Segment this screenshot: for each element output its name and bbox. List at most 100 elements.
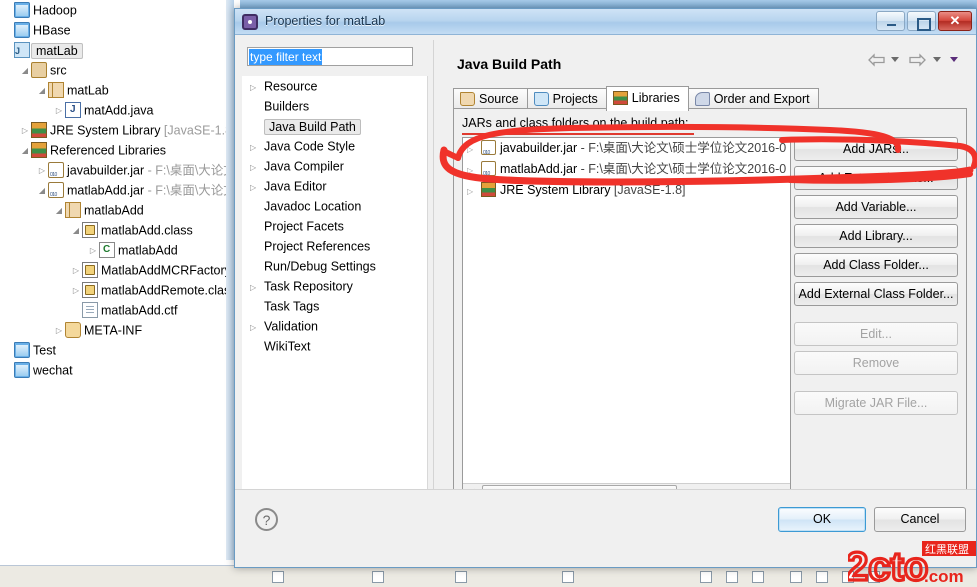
add-variable-button[interactable]: Add Variable...	[794, 195, 958, 219]
settings-nav-item[interactable]: Project Facets	[242, 216, 427, 236]
toolbar-icon-7[interactable]	[868, 571, 880, 583]
expanded-arrow-icon[interactable]: ◢	[36, 181, 48, 201]
javadoc-view-icon	[372, 571, 384, 583]
collapsed-arrow-icon[interactable]: ▷	[36, 161, 48, 181]
page-nav[interactable]	[866, 52, 963, 67]
settings-nav-item[interactable]: Builders	[242, 96, 427, 116]
collapsed-arrow-icon[interactable]: ▷	[250, 158, 264, 178]
tree-item[interactable]: ◢ matlabAdd	[0, 200, 240, 220]
edit-button: Edit...	[794, 322, 958, 346]
settings-nav-item[interactable]: Task Tags	[242, 296, 427, 316]
settings-nav-item[interactable]: Java Build Path	[242, 116, 427, 136]
bottom-view-tabs[interactable]	[0, 565, 977, 587]
add-jars-button[interactable]: Add JARs...	[794, 137, 958, 161]
collapsed-arrow-icon[interactable]: ▷	[19, 121, 31, 141]
jar-list-item[interactable]: ▷ javabuilder.jar - F:\桌面\大论文\硕士学位论文2016-…	[463, 138, 790, 164]
collapsed-arrow-icon[interactable]: ▷	[53, 321, 65, 341]
tree-item[interactable]: ▷ MatlabAddMCRFactory.c	[0, 260, 240, 280]
tree-item[interactable]: ◢ matLab	[0, 80, 240, 100]
dialog-titlebar[interactable]: Properties for matLab ✕	[235, 9, 976, 35]
tree-item[interactable]: HBase	[0, 20, 240, 40]
collapsed-arrow-icon[interactable]: ▷	[250, 178, 264, 198]
add-external-jars-button[interactable]: Add External JARs...	[794, 166, 958, 190]
collapsed-arrow-icon[interactable]: ▷	[70, 281, 82, 301]
explorer-scrollbar[interactable]	[226, 0, 234, 560]
filter-input[interactable]: type filter text	[247, 47, 413, 66]
cancel-button[interactable]: Cancel	[874, 507, 966, 532]
jar-list-item[interactable]: ▷ JRE System Library [JavaSE-1.8]	[463, 180, 790, 201]
settings-nav-tree[interactable]: ▷ Resource Builders Java Build Path ▷ Java Co…	[242, 76, 428, 510]
back-arrow-icon[interactable]	[867, 53, 885, 67]
tree-item[interactable]: ▷ javabuilder.jar - F:\桌面\大论文\	[0, 160, 240, 185]
settings-nav-item[interactable]: Javadoc Location	[242, 196, 427, 216]
view-menu-icon[interactable]	[950, 57, 958, 63]
jar-icon	[481, 161, 496, 185]
tree-item[interactable]: ▷ matlabAdd	[0, 240, 240, 260]
forward-arrow-icon[interactable]	[909, 53, 927, 67]
toolbar-icon-5[interactable]	[816, 571, 828, 583]
settings-nav-item-label: Project Facets	[264, 219, 344, 234]
back-dropdown-icon[interactable]	[890, 57, 899, 63]
settings-nav-item[interactable]: ▷ Java Compiler	[242, 156, 427, 176]
tree-item-label: META-INF	[84, 323, 143, 338]
add-library-button[interactable]: Add Library...	[794, 224, 958, 248]
collapsed-arrow-icon[interactable]: ▷	[250, 138, 264, 158]
toolbar-icon-4[interactable]	[790, 571, 802, 583]
settings-nav-item[interactable]: ▷ Resource	[242, 76, 427, 96]
tree-item[interactable]: ▷ META-INF	[0, 320, 240, 340]
settings-nav-item[interactable]: Run/Debug Settings	[242, 256, 427, 276]
collapsed-arrow-icon[interactable]: ▷	[467, 160, 481, 181]
toolbar-icon-1[interactable]	[700, 571, 712, 583]
tree-item[interactable]: ◢ Referenced Libraries	[0, 140, 240, 160]
collapsed-arrow-icon[interactable]: ▷	[250, 318, 264, 338]
collapsed-arrow-icon[interactable]: ▷	[70, 261, 82, 281]
expanded-arrow-icon[interactable]: ◢	[19, 61, 31, 81]
collapsed-arrow-icon[interactable]: ▷	[467, 139, 481, 160]
expanded-arrow-icon[interactable]: ◢	[53, 201, 65, 221]
tree-item[interactable]: ◢ matlabAdd.class	[0, 220, 240, 240]
settings-nav-item[interactable]: ▷ Java Editor	[242, 176, 427, 196]
tab-label: Order and Export	[713, 92, 810, 106]
restore-button[interactable]	[907, 11, 936, 31]
settings-nav-item[interactable]: WikiText	[242, 336, 427, 356]
collapsed-arrow-icon[interactable]: ▷	[250, 278, 264, 298]
tree-item[interactable]: matLab	[0, 40, 240, 61]
toolbar-icon-3[interactable]	[752, 571, 764, 583]
toolbar-icon-2[interactable]	[726, 571, 738, 583]
settings-nav-item[interactable]: ▷ Validation	[242, 316, 427, 336]
expanded-arrow-icon[interactable]: ◢	[36, 81, 48, 101]
pkg-icon	[48, 81, 64, 98]
expanded-arrow-icon[interactable]: ◢	[70, 221, 82, 241]
tab-libraries[interactable]: Libraries	[605, 86, 689, 111]
tree-item[interactable]: ▷ matAdd.java	[0, 100, 240, 120]
settings-nav-item[interactable]: ▷ Java Code Style	[242, 136, 427, 156]
minimize-button[interactable]	[876, 11, 905, 31]
forward-dropdown-icon[interactable]	[932, 57, 941, 63]
remove-button: Remove	[794, 351, 958, 375]
tree-item[interactable]: ▷ matlabAddRemote.class	[0, 280, 240, 300]
expanded-arrow-icon[interactable]: ◢	[19, 141, 31, 161]
collapsed-arrow-icon[interactable]: ▷	[250, 78, 264, 98]
tree-item[interactable]: ▷ JRE System Library [JavaSE-1.8]	[0, 120, 240, 140]
build-path-tabs[interactable]: Source Projects Libraries Order and Export	[453, 86, 967, 111]
tree-item[interactable]: Hadoop	[0, 0, 240, 20]
tree-item[interactable]: Test	[0, 340, 240, 360]
jar-list[interactable]: ▷ javabuilder.jar - F:\桌面\大论文\硕士学位论文2016-…	[462, 137, 791, 501]
add-external-class-folder-button[interactable]: Add External Class Folder...	[794, 282, 958, 306]
collapsed-arrow-icon[interactable]: ▷	[467, 181, 481, 202]
tree-item[interactable]: ◢ matlabAdd.jar - F:\桌面\大论文\	[0, 180, 240, 205]
collapsed-arrow-icon[interactable]: ▷	[87, 241, 99, 261]
ok-button[interactable]: OK	[778, 507, 866, 532]
add-class-folder-button[interactable]: Add Class Folder...	[794, 253, 958, 277]
close-button[interactable]: ✕	[938, 11, 972, 31]
jar-list-item[interactable]: ▷ matlabAdd.jar - F:\桌面\大论文\硕士学位论文2016-0	[463, 159, 790, 185]
toolbar-icon-6[interactable]	[842, 571, 854, 583]
tree-item[interactable]: matlabAdd.ctf	[0, 300, 240, 320]
tree-item[interactable]: wechat	[0, 360, 240, 380]
package-explorer[interactable]: HadoopHBasematLab◢src◢matLab▷matAdd.java…	[0, 0, 240, 560]
tree-item[interactable]: ◢ src	[0, 60, 240, 80]
settings-nav-item[interactable]: ▷ Task Repository	[242, 276, 427, 296]
collapsed-arrow-icon[interactable]: ▷	[53, 101, 65, 121]
settings-nav-item[interactable]: Project References	[242, 236, 427, 256]
help-button[interactable]: ?	[255, 508, 278, 531]
